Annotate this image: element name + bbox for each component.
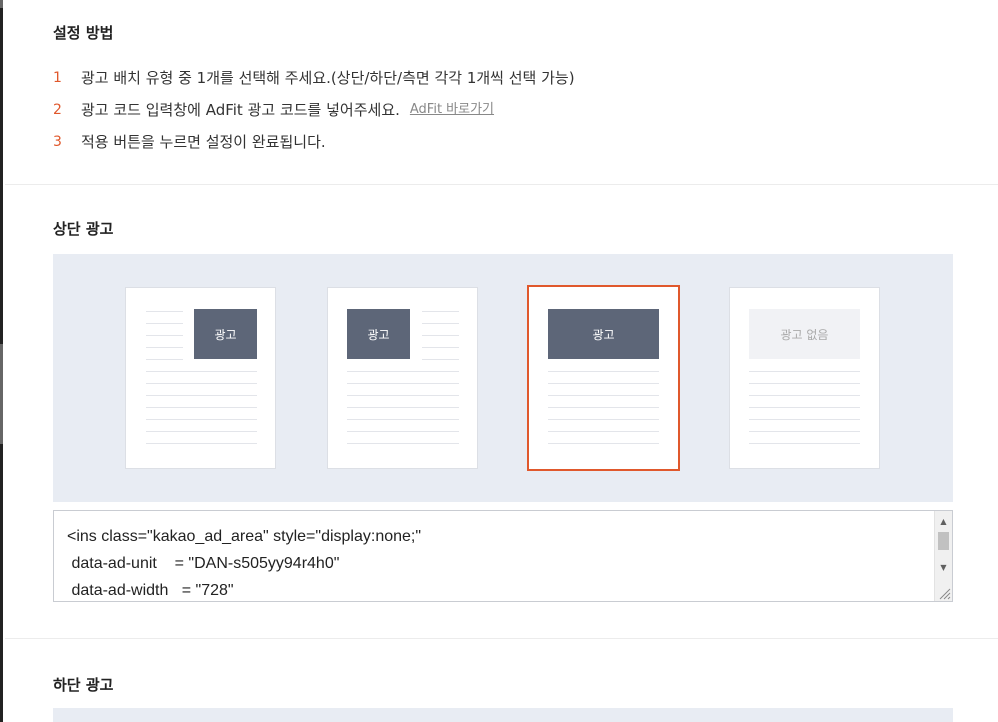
step-text: 광고 코드 입력창에 AdFit 광고 코드를 넣어주세요. (81, 101, 400, 119)
text-line (146, 407, 257, 408)
step-1: 1 광고 배치 유형 중 1개를 선택해 주세요.(상단/하단/측면 각각 1개… (53, 62, 575, 94)
layout-option-center[interactable]: 광고 (527, 285, 680, 471)
step-text: 적용 버튼을 누르면 설정이 완료됩니다. (81, 133, 326, 151)
window-edge (0, 0, 3, 722)
step-text: 광고 배치 유형 중 1개를 선택해 주세요.(상단/하단/측면 각각 1개씩 … (81, 69, 575, 87)
text-line (347, 419, 459, 420)
text-line (422, 359, 459, 360)
step-number: 1 (53, 70, 62, 86)
text-line (749, 431, 860, 432)
bottom-ad-title: 하단 광고 (53, 676, 114, 694)
code-line: data-ad-width = "728" (67, 582, 234, 599)
text-line (146, 311, 183, 312)
scroll-up-arrow-icon[interactable]: ▲ (935, 513, 952, 529)
text-line (548, 395, 659, 396)
ad-label: 광고 (592, 327, 615, 342)
window-edge-segment (0, 0, 3, 8)
text-line (146, 371, 257, 372)
text-line (749, 443, 860, 444)
text-line (347, 407, 459, 408)
text-line (347, 371, 459, 372)
text-line (146, 419, 257, 420)
ad-code-content[interactable]: <ins class="kakao_ad_area" style="displa… (67, 523, 422, 601)
text-line (146, 395, 257, 396)
section-divider (5, 638, 998, 639)
text-line (749, 371, 860, 372)
ad-code-textarea[interactable]: <ins class="kakao_ad_area" style="displa… (53, 510, 953, 602)
ad-label: 광고 (367, 327, 390, 342)
layout-option-left[interactable]: 광고 (327, 287, 478, 469)
text-line (548, 407, 659, 408)
text-line (548, 443, 659, 444)
ad-placeholder: 광고 (347, 309, 410, 359)
scroll-thumb[interactable] (938, 532, 949, 550)
text-line (422, 347, 459, 348)
section-divider (5, 184, 998, 185)
text-line (347, 443, 459, 444)
adfit-link[interactable]: AdFit 바로가기 (410, 98, 494, 122)
step-number: 3 (53, 134, 62, 150)
ad-placeholder: 광고 (194, 309, 257, 359)
text-line (749, 407, 860, 408)
text-line (146, 347, 183, 348)
ad-label: 광고 (214, 327, 237, 342)
code-line: data-ad-unit = "DAN-s505yy94r4h0" (67, 555, 340, 572)
text-line (146, 431, 257, 432)
text-line (146, 323, 183, 324)
setup-title: 설정 방법 (53, 24, 114, 42)
text-line (347, 395, 459, 396)
step-number: 2 (53, 102, 62, 118)
text-line (422, 335, 459, 336)
text-line (749, 395, 860, 396)
no-ad-placeholder: 광고 없음 (749, 309, 860, 359)
resize-grip-icon[interactable] (937, 586, 951, 600)
layout-option-none[interactable]: 광고 없음 (729, 287, 880, 469)
bottom-layout-options-panel (53, 708, 953, 722)
text-line (347, 383, 459, 384)
layout-option-right[interactable]: 광고 (125, 287, 276, 469)
text-line (548, 431, 659, 432)
text-line (749, 383, 860, 384)
text-line (749, 419, 860, 420)
text-line (146, 359, 183, 360)
text-line (146, 383, 257, 384)
window-edge-segment (0, 344, 3, 444)
setup-steps: 1 광고 배치 유형 중 1개를 선택해 주세요.(상단/하단/측면 각각 1개… (53, 62, 575, 158)
step-3: 3 적용 버튼을 누르면 설정이 완료됩니다. (53, 126, 575, 158)
top-ad-title: 상단 광고 (53, 220, 114, 238)
layout-options-panel: 광고 광고 광고 광고 없음 (53, 254, 953, 502)
code-line: <ins class="kakao_ad_area" style="displa… (67, 528, 422, 545)
no-ad-label: 광고 없음 (780, 327, 829, 342)
text-line (422, 311, 459, 312)
ad-placeholder: 광고 (548, 309, 659, 359)
text-line (146, 443, 257, 444)
text-line (548, 371, 659, 372)
text-line (422, 323, 459, 324)
step-2: 2 광고 코드 입력창에 AdFit 광고 코드를 넣어주세요. AdFit 바… (53, 94, 575, 126)
text-line (548, 383, 659, 384)
text-line (548, 419, 659, 420)
scroll-down-arrow-icon[interactable]: ▼ (935, 559, 952, 575)
text-line (146, 335, 183, 336)
text-line (347, 431, 459, 432)
